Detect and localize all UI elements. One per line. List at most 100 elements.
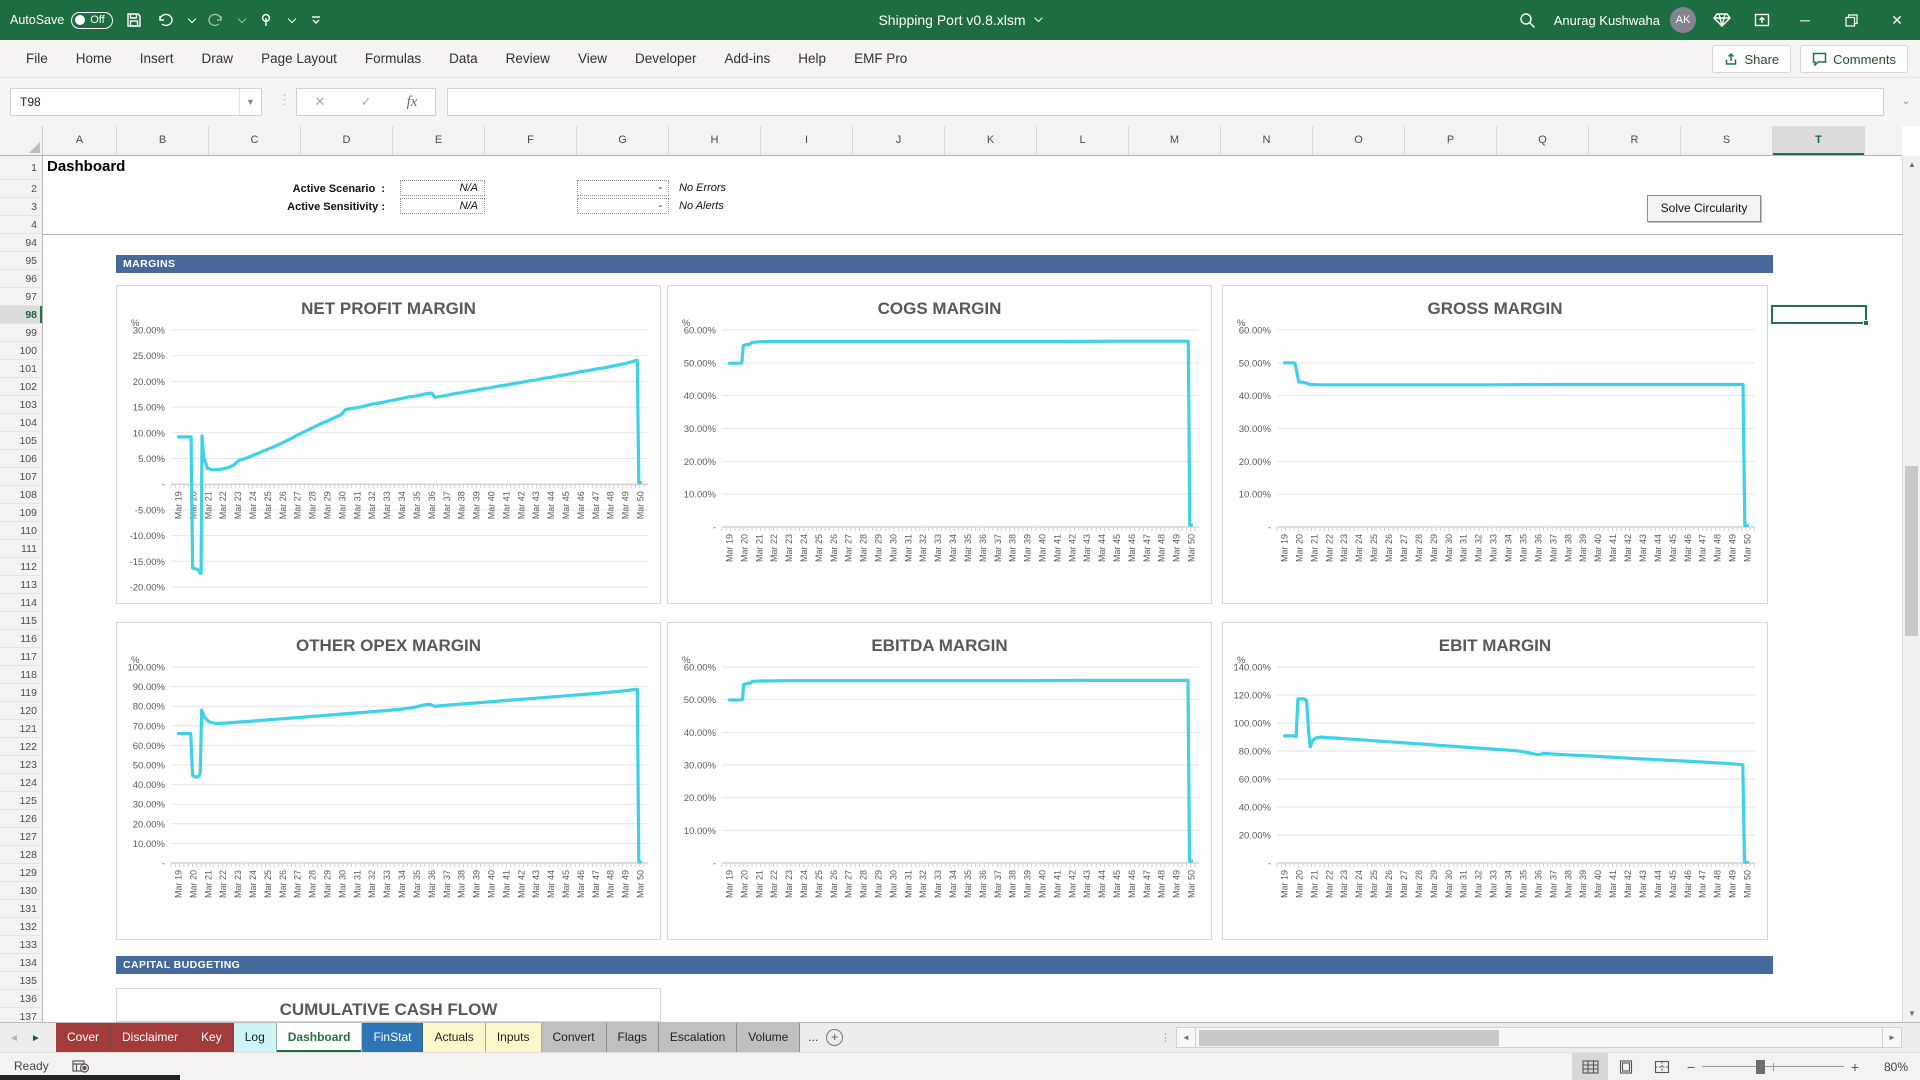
zoom-slider[interactable] (1702, 1058, 1844, 1076)
fill-handle[interactable] (1863, 320, 1869, 326)
row-header-111[interactable]: 111 (0, 540, 42, 558)
column-header-I[interactable]: I (761, 126, 853, 155)
save-icon[interactable] (123, 9, 145, 31)
ribbon-tab-home[interactable]: Home (62, 40, 126, 78)
ribbon-tab-view[interactable]: View (564, 40, 621, 78)
ribbon-tab-add-ins[interactable]: Add-ins (711, 40, 785, 78)
row-header-4[interactable]: 4 (0, 216, 42, 234)
close-button[interactable]: ✕ (1874, 0, 1920, 40)
column-header-M[interactable]: M (1129, 126, 1221, 155)
row-header-132[interactable]: 132 (0, 918, 42, 936)
column-header-T[interactable]: T (1773, 126, 1865, 155)
row-header-128[interactable]: 128 (0, 846, 42, 864)
hscroll-left-icon[interactable]: ◄ (1176, 1027, 1196, 1048)
column-header-B[interactable]: B (117, 126, 209, 155)
row-header-135[interactable]: 135 (0, 972, 42, 990)
row-header-106[interactable]: 106 (0, 450, 42, 468)
row-header-137[interactable]: 137 (0, 1008, 42, 1022)
name-box[interactable]: T98 ▼ (10, 88, 262, 116)
chart-other-opex-margin[interactable]: OTHER OPEX MARGIN%100.00%90.00%80.00%70.… (116, 622, 661, 940)
ribbon-tab-insert[interactable]: Insert (126, 40, 188, 78)
row-header-133[interactable]: 133 (0, 936, 42, 954)
row-header-114[interactable]: 114 (0, 594, 42, 612)
row-header-102[interactable]: 102 (0, 378, 42, 396)
column-header-J[interactable]: J (853, 126, 945, 155)
ribbon-tab-formulas[interactable]: Formulas (351, 40, 435, 78)
row-header-2[interactable]: 2 (0, 180, 42, 198)
tab-scroll-right-icon[interactable]: ► (26, 1023, 46, 1053)
touch-mode-icon[interactable] (255, 9, 277, 31)
sheet-tab-inputs[interactable]: Inputs (486, 1023, 542, 1053)
row-header-120[interactable]: 120 (0, 702, 42, 720)
hscroll-right-icon[interactable]: ► (1882, 1027, 1902, 1048)
row-header-110[interactable]: 110 (0, 522, 42, 540)
column-header-C[interactable]: C (209, 126, 301, 155)
row-header-94[interactable]: 94 (0, 234, 42, 252)
minimize-button[interactable]: ─ (1782, 0, 1828, 40)
horizontal-scrollbar[interactable] (1196, 1027, 1882, 1048)
scroll-down-icon[interactable]: ▼ (1903, 1005, 1920, 1022)
user-name[interactable]: Anurag Kushwaha (1554, 13, 1660, 28)
sheet-grid[interactable]: Dashboard Active Scenario :N/A-No Errors… (0, 156, 1902, 1022)
scenario-value-cell[interactable]: N/A (400, 180, 485, 196)
column-header-L[interactable]: L (1037, 126, 1129, 155)
zoom-slider-handle[interactable] (1756, 1060, 1765, 1074)
row-header-113[interactable]: 113 (0, 576, 42, 594)
sheet-tab-convert[interactable]: Convert (542, 1023, 607, 1053)
column-header-N[interactable]: N (1221, 126, 1313, 155)
column-header-S[interactable]: S (1681, 126, 1773, 155)
row-header-130[interactable]: 130 (0, 882, 42, 900)
row-header-125[interactable]: 125 (0, 792, 42, 810)
chart-ebit-margin[interactable]: EBIT MARGIN%140.00%120.00%100.00%80.00%6… (1222, 622, 1768, 940)
scenario-flag-cell[interactable]: - (577, 198, 669, 214)
ribbon-display-options-icon[interactable] (1742, 0, 1782, 40)
row-header-95[interactable]: 95 (0, 252, 42, 270)
tab-scroll-left-icon[interactable]: ◄ (4, 1023, 24, 1053)
column-header-P[interactable]: P (1405, 126, 1497, 155)
zoom-in-icon[interactable]: + (1844, 1059, 1866, 1075)
document-title[interactable]: Shipping Port v0.8.xlsm (878, 0, 1041, 40)
sheet-tab-flags[interactable]: Flags (607, 1023, 659, 1053)
column-header-H[interactable]: H (669, 126, 761, 155)
chart-cogs-margin[interactable]: COGS MARGIN%60.00%50.00%40.00%30.00%20.0… (667, 285, 1212, 604)
sheet-tab-key[interactable]: Key (190, 1023, 234, 1053)
row-header-101[interactable]: 101 (0, 360, 42, 378)
vertical-scrollbar[interactable]: ▲ ▼ (1902, 156, 1920, 1022)
share-button[interactable]: Share (1712, 45, 1791, 73)
sheet-tab-escalation[interactable]: Escalation (659, 1023, 737, 1053)
chart-ebitda-margin[interactable]: EBITDA MARGIN%60.00%50.00%40.00%30.00%20… (667, 622, 1212, 940)
row-header-115[interactable]: 115 (0, 612, 42, 630)
more-sheets[interactable]: ... (800, 1023, 826, 1053)
column-header-G[interactable]: G (577, 126, 669, 155)
active-cell-T98[interactable] (1771, 305, 1867, 324)
column-header-E[interactable]: E (393, 126, 485, 155)
undo-icon[interactable] (155, 9, 177, 31)
row-header-3[interactable]: 3 (0, 198, 42, 216)
ribbon-tab-draw[interactable]: Draw (188, 40, 248, 78)
undo-dropdown-icon[interactable] (187, 14, 195, 22)
ribbon-tab-data[interactable]: Data (435, 40, 492, 78)
solve-circularity-button[interactable]: Solve Circularity (1647, 195, 1761, 222)
ribbon-tab-developer[interactable]: Developer (621, 40, 711, 78)
page-layout-view-icon[interactable] (1608, 1053, 1644, 1080)
ribbon-tab-help[interactable]: Help (784, 40, 840, 78)
row-header-134[interactable]: 134 (0, 954, 42, 972)
row-header-122[interactable]: 122 (0, 738, 42, 756)
zoom-out-icon[interactable]: − (1680, 1059, 1702, 1075)
sheet-tab-dashboard[interactable]: Dashboard (277, 1023, 363, 1053)
row-header-109[interactable]: 109 (0, 504, 42, 522)
horizontal-scroll-thumb[interactable] (1199, 1030, 1499, 1046)
vertical-scroll-thumb[interactable] (1905, 466, 1918, 636)
row-header-108[interactable]: 108 (0, 486, 42, 504)
ribbon-tab-emf-pro[interactable]: EMF Pro (840, 40, 921, 78)
touch-mode-dropdown-icon[interactable] (287, 14, 295, 22)
autosave-toggle[interactable]: AutoSave Off (10, 12, 113, 29)
column-header-D[interactable]: D (301, 126, 393, 155)
zoom-level[interactable]: 80% (1866, 1060, 1912, 1074)
formula-input[interactable] (447, 88, 1884, 116)
row-header-96[interactable]: 96 (0, 270, 42, 288)
row-header-107[interactable]: 107 (0, 468, 42, 486)
row-header-97[interactable]: 97 (0, 288, 42, 306)
column-header-R[interactable]: R (1589, 126, 1681, 155)
row-header-104[interactable]: 104 (0, 414, 42, 432)
